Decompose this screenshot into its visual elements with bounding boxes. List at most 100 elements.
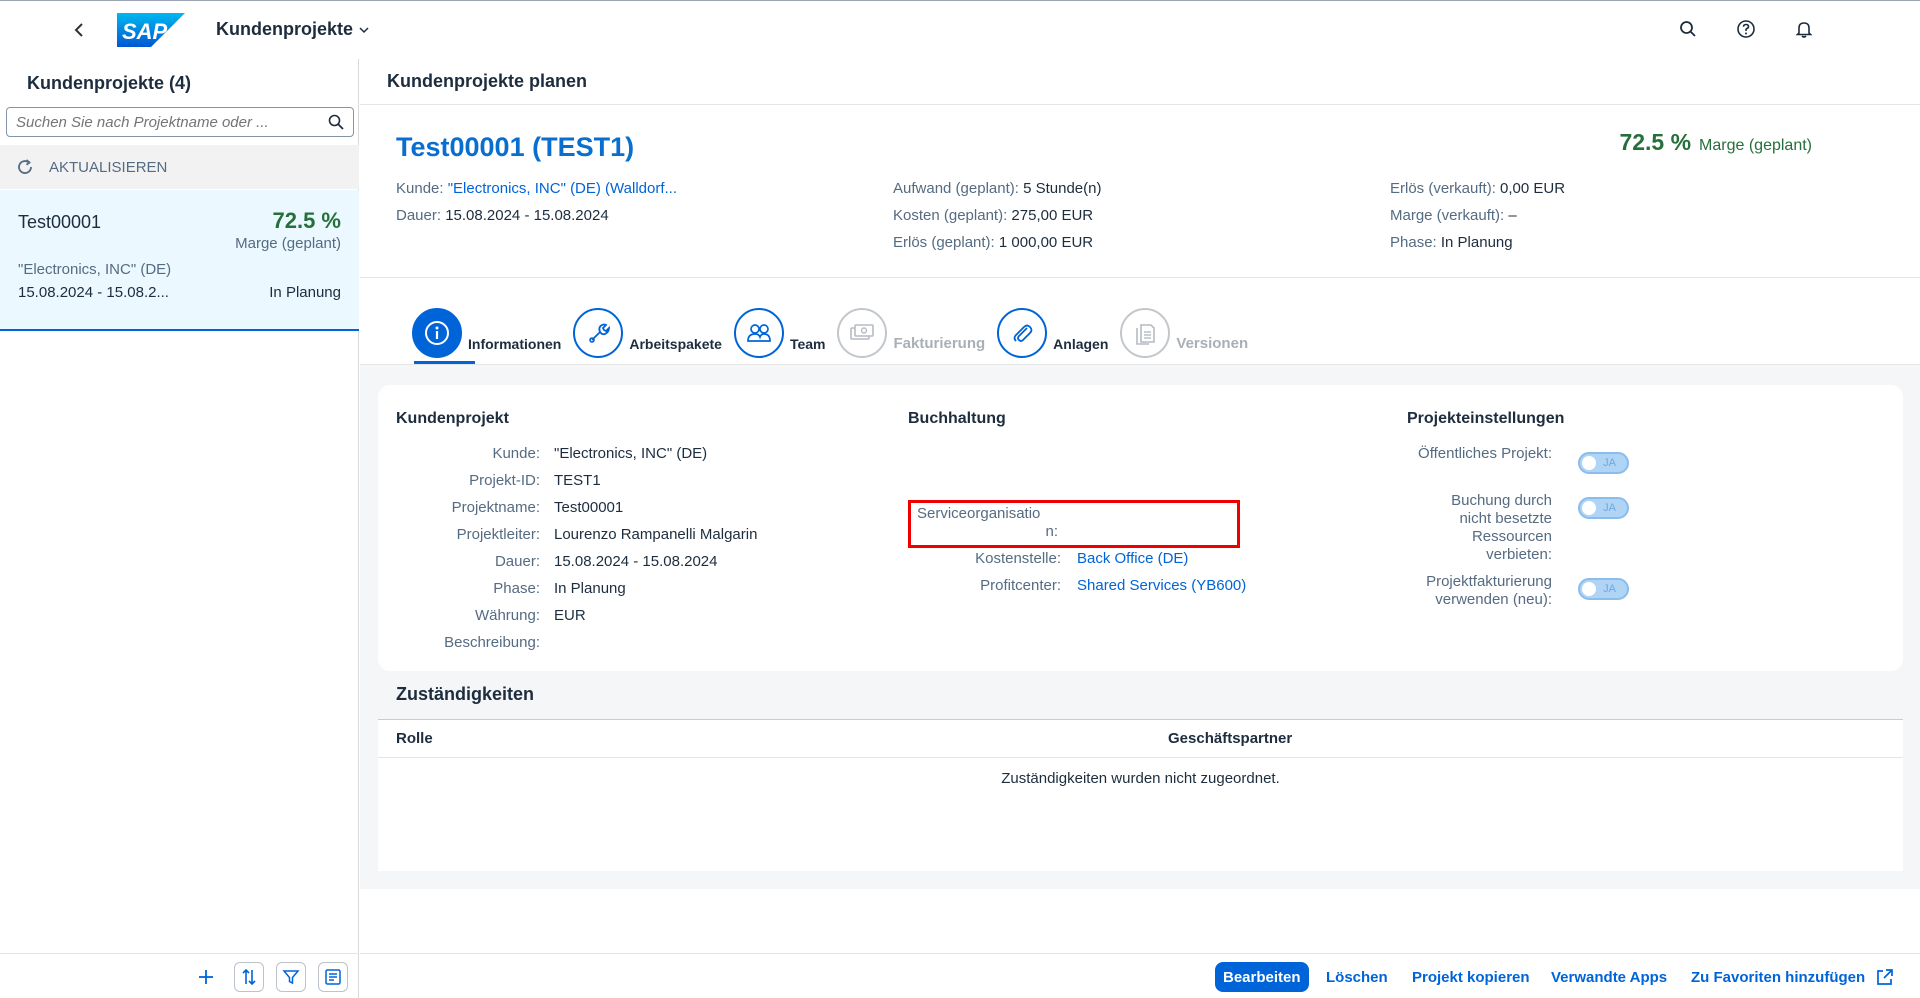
master-pane: Kundenprojekte (4) AKTUALISIEREN Test000… <box>0 59 359 998</box>
refresh-button[interactable]: AKTUALISIEREN <box>0 145 359 189</box>
app-title-menu[interactable]: Kundenprojekte <box>216 19 369 40</box>
header-aufwand-value: 5 Stunde(n) <box>1023 180 1102 197</box>
list-item-title: Test00001 <box>18 212 102 232</box>
toggle-text: JA <box>1603 583 1616 595</box>
toggle-oeffentliches-projekt[interactable]: JA <box>1578 452 1629 474</box>
form-value: Test00001 <box>554 499 624 516</box>
header-kunde-link[interactable]: "Electronics, INC" (DE) (Walldorf... <box>448 180 677 197</box>
header-erloes-label: Erlös (geplant): <box>893 234 995 251</box>
detail-pane: Kundenprojekte planen Test00001 (TEST1) … <box>360 59 1920 998</box>
form-label: Projektleiter: <box>456 526 540 543</box>
search-icon[interactable] <box>1678 19 1698 39</box>
filter-button[interactable] <box>276 962 306 992</box>
header-kosten-label: Kosten (geplant): <box>893 207 1008 224</box>
header-col-3: Erlös (verkauft): 0,00 EUR Marge (verkau… <box>1390 175 1565 256</box>
header-marge-verkauft-label: Marge (verkauft): <box>1390 207 1505 224</box>
header-col-2: Aufwand (geplant): 5 Stunde(n) Kosten (g… <box>893 175 1101 256</box>
refresh-icon <box>18 159 32 174</box>
search-input[interactable] <box>7 108 307 136</box>
edit-button[interactable]: Bearbeiten <box>1215 962 1309 992</box>
group-button[interactable] <box>318 962 348 992</box>
chevron-down-icon <box>359 26 369 33</box>
margin-kpi-value: 72.5 % <box>1619 129 1692 155</box>
help-icon[interactable] <box>1736 19 1756 39</box>
form-value: TEST1 <box>554 472 601 489</box>
form-value: "Electronics, INC" (DE) <box>554 445 708 462</box>
related-apps-button[interactable]: Verwandte Apps <box>1543 962 1675 992</box>
tab-fakturierung[interactable]: Fakturierung <box>837 304 985 358</box>
header-erloes-value: 1 000,00 EUR <box>998 234 1094 251</box>
tab-label: Fakturierung <box>893 335 986 352</box>
search-icon[interactable] <box>327 113 345 131</box>
form-row-projektname: Projektname: Test00001 <box>360 499 624 516</box>
detail-bar: Kundenprojekte planen <box>360 59 1920 105</box>
toggle-text: JA <box>1603 457 1616 469</box>
add-button[interactable] <box>191 962 221 992</box>
money-bills-icon <box>837 308 888 358</box>
delete-button[interactable]: Löschen <box>1318 962 1396 992</box>
list-item-margin-label: Marge (geplant) <box>235 235 341 252</box>
column-header-rolle: Rolle <box>396 730 433 747</box>
tab-versionen[interactable]: Versionen <box>1120 304 1248 358</box>
footer-toolbar: Bearbeiten Löschen Projekt kopieren Verw… <box>360 953 1920 998</box>
versions-icon <box>1120 308 1171 358</box>
form-label: Projektfakturierung <box>1426 573 1552 590</box>
copy-project-button[interactable]: Projekt kopieren <box>1404 962 1538 992</box>
sort-button[interactable] <box>234 962 264 992</box>
header-divider <box>360 277 1920 278</box>
add-to-favorites-button[interactable]: Zu Favoriten hinzufügen <box>1683 962 1873 992</box>
form-label: n: <box>1045 523 1058 540</box>
back-icon[interactable] <box>70 18 90 42</box>
column-header-geschaeftspartner: Geschäftspartner <box>1168 730 1293 747</box>
sort-icon <box>242 968 256 986</box>
responsibilities-table: Rolle Geschäftspartner Zuständigkeiten w… <box>378 719 1903 871</box>
tab-anlagen[interactable]: Anlagen <box>997 304 1108 358</box>
header-col-1: Kunde: "Electronics, INC" (DE) (Walldorf… <box>396 175 677 229</box>
list-item-margin: 72.5 % <box>272 208 342 233</box>
form-label: Beschreibung: <box>444 634 540 651</box>
margin-kpi: 72.5 % Marge (geplant) <box>1619 129 1812 156</box>
list-item-customer: "Electronics, INC" (DE) <box>18 261 172 278</box>
header-dauer-value: 15.08.2024 - 15.08.2024 <box>445 207 609 224</box>
tab-label: Anlagen <box>1053 336 1109 352</box>
header-erloes-verkauft-value: 0,00 EUR <box>1500 180 1566 197</box>
header-kunde-label: Kunde: <box>396 180 444 197</box>
app-title: Kundenprojekte <box>216 19 354 39</box>
form-row-beschreibung: Beschreibung: <box>360 634 554 651</box>
profitcenter-link[interactable]: Shared Services (YB600) <box>1077 577 1246 594</box>
form-label: Währung: <box>474 607 540 624</box>
form-label: Dauer: <box>494 553 540 570</box>
shell-header: SAP Kundenprojekte <box>0 0 1920 59</box>
kostenstelle-link[interactable]: Back Office (DE) <box>1077 550 1188 567</box>
form-label: Phase: <box>493 580 540 597</box>
tab-arbeitspakete[interactable]: Arbeitspakete <box>573 304 722 358</box>
form-row-projektleiter: Projektleiter: Lourenzo Rampanelli Malgar… <box>360 526 758 543</box>
header-kosten-value: 275,00 EUR <box>1011 207 1094 224</box>
object-title: Test00001 (TEST1) <box>396 132 635 162</box>
tab-informationen[interactable]: Informationen <box>412 304 561 358</box>
search-field[interactable] <box>6 107 354 137</box>
form-label: Öffentliches Projekt: <box>1418 445 1552 462</box>
header-phase-label: Phase: <box>1390 234 1437 251</box>
svg-text:SAP: SAP <box>122 19 168 44</box>
tab-label: Informationen <box>468 336 562 352</box>
header-dauer-label: Dauer: <box>396 207 442 224</box>
toggle-projektfakturierung[interactable]: JA <box>1578 578 1629 600</box>
header-phase-value: In Planung <box>1440 234 1513 251</box>
list-item[interactable]: Test00001 72.5 % Marge (geplant) "Electr… <box>0 190 359 331</box>
info-icon <box>412 308 462 358</box>
form-row-phase: Phase: In Planung <box>360 580 625 597</box>
sap-logo[interactable]: SAP <box>117 13 185 47</box>
form-row-projekt-id: Projekt-ID: TEST1 <box>360 472 601 489</box>
header-aufwand-label: Aufwand (geplant): <box>893 180 1019 197</box>
notification-bell-icon[interactable] <box>1794 19 1814 39</box>
toggle-buchung-verbieten[interactable]: JA <box>1578 497 1629 519</box>
toggle-text: JA <box>1603 502 1616 514</box>
table-empty-text: Zuständigkeiten wurden nicht zugeordnet. <box>1001 770 1280 787</box>
form-label: Ressourcen <box>1471 528 1552 545</box>
detail-bar-title: Kundenprojekte planen <box>387 71 588 91</box>
form-label: nicht besetzte <box>1459 510 1552 527</box>
margin-kpi-label: Marge (geplant) <box>1699 137 1812 154</box>
share-button[interactable] <box>1867 962 1903 992</box>
tab-team[interactable]: Team <box>733 304 825 358</box>
